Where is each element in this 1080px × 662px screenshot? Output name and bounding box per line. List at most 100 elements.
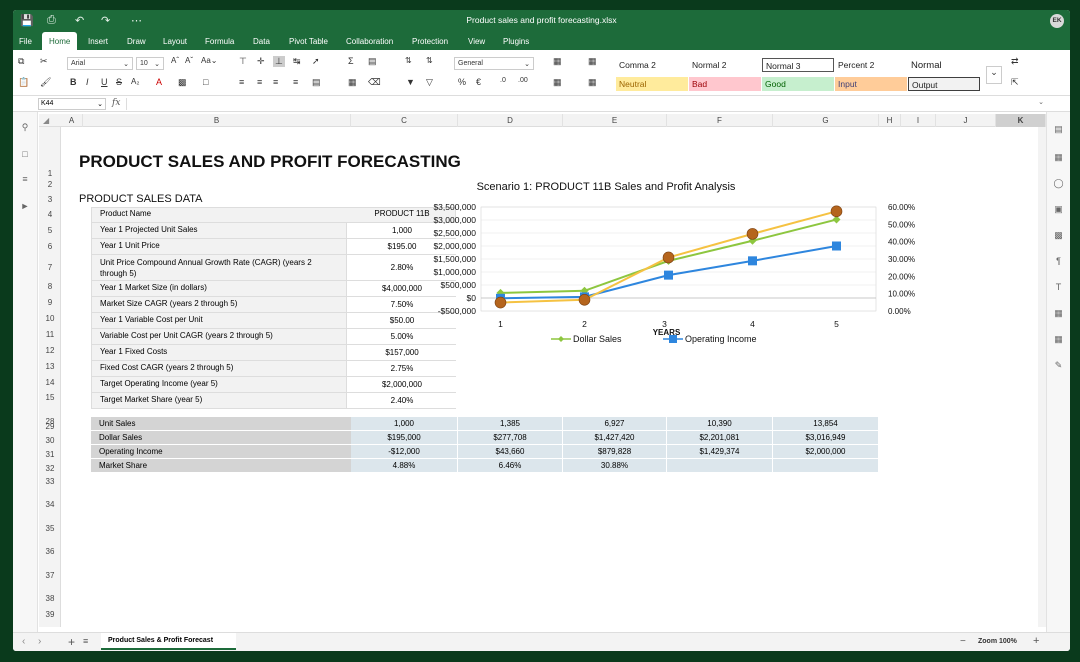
accounting-icon[interactable]: € (476, 77, 481, 87)
sort-ascending-icon[interactable]: ⇅ (405, 56, 412, 65)
row-header-29[interactable]: 29 (39, 422, 61, 431)
row-header-32[interactable]: 32 (39, 464, 61, 473)
input-value[interactable]: 2.40% (352, 396, 452, 405)
conditional-format-icon[interactable]: ▦ (553, 56, 562, 67)
cell-styles-icon[interactable]: ▦ (553, 77, 562, 88)
zoom-out-icon[interactable]: − (960, 636, 966, 647)
comments-icon[interactable]: □ (13, 149, 37, 159)
number-format-select[interactable]: General ⌄ (454, 57, 534, 70)
summary-value[interactable]: $3,016,949 (773, 431, 879, 445)
menu-tab-layout[interactable]: Layout (163, 37, 187, 46)
copy-icon[interactable]: ⧉ (18, 56, 24, 67)
row-header-39[interactable]: 39 (39, 610, 61, 619)
style-normal-2[interactable]: Normal 2 (689, 58, 761, 72)
sheet-tab-active[interactable]: Product Sales & Profit Forecast (101, 633, 236, 650)
style-neutral[interactable]: Neutral (616, 77, 688, 91)
row-header-3[interactable]: 3 (39, 195, 61, 204)
summary-value[interactable]: $1,427,420 (563, 431, 667, 445)
style-normal-3[interactable]: Normal 3 (762, 58, 834, 72)
zoom-in-icon[interactable]: + (1033, 635, 1039, 647)
row-header-34[interactable]: 34 (39, 500, 61, 509)
row-header-13[interactable]: 13 (39, 362, 61, 371)
orientation-icon[interactable]: ➚ (312, 56, 320, 67)
subscript-icon[interactable]: A₂ (131, 77, 139, 86)
summary-value[interactable]: 30.88% (563, 459, 667, 473)
select-all-corner[interactable]: ◢ (43, 116, 49, 125)
cut-icon[interactable]: ✂ (40, 56, 48, 67)
summary-value[interactable]: 6,927 (563, 417, 667, 431)
row-header-1[interactable]: 1 (39, 169, 61, 178)
menu-tab-view[interactable]: View (468, 37, 485, 46)
menu-tab-pivot-table[interactable]: Pivot Table (289, 37, 328, 46)
add-sheet-icon[interactable]: + (68, 635, 75, 649)
menu-tab-file[interactable]: File (19, 37, 32, 46)
summary-value[interactable]: $1,429,374 (667, 445, 773, 459)
align-right-icon[interactable]: ≡ (273, 77, 278, 87)
cell-settings-icon[interactable]: ▤ (1047, 124, 1070, 135)
format-as-table-icon[interactable]: ▦ (588, 56, 597, 67)
summary-value[interactable]: $195,000 (351, 431, 458, 445)
row-header-38[interactable]: 38 (39, 594, 61, 603)
change-case-icon[interactable]: Aa⌄ (201, 56, 218, 65)
shape-settings-icon[interactable]: ◯ (1047, 178, 1070, 189)
feedback-icon[interactable]: ► (13, 201, 37, 211)
menu-tab-insert[interactable]: Insert (88, 37, 108, 46)
summary-value[interactable]: $2,201,081 (667, 431, 773, 445)
paste-icon[interactable]: 📋 (18, 77, 29, 88)
menu-tab-formula[interactable]: Formula (205, 37, 234, 46)
row-header-4[interactable]: 4 (39, 210, 61, 219)
font-family-select[interactable]: Arial ⌄ (67, 57, 133, 70)
menu-tab-home[interactable]: Home (42, 32, 78, 50)
style-bad[interactable]: Bad (689, 77, 761, 91)
image-settings-icon[interactable]: ▣ (1047, 204, 1070, 215)
name-box[interactable]: K44 ⌄ (38, 98, 106, 110)
row-header-9[interactable]: 9 (39, 298, 61, 307)
font-color-icon[interactable]: A (156, 77, 162, 87)
bold-button[interactable]: B (70, 77, 77, 87)
decrease-font-icon[interactable]: Aˇ (185, 56, 193, 65)
avatar[interactable]: EK (1050, 14, 1064, 28)
replace-icon[interactable]: ⇄ (1011, 56, 1019, 67)
search-icon[interactable]: ⚲ (13, 122, 37, 133)
row-header-7[interactable]: 7 (39, 263, 61, 272)
chart[interactable]: Scenario 1: PRODUCT 11B Sales and Profit… (421, 175, 915, 355)
column-header-j[interactable]: J (936, 114, 996, 127)
signature-icon[interactable]: ✎ (1047, 360, 1070, 371)
menu-tab-collaboration[interactable]: Collaboration (346, 37, 393, 46)
column-header-f[interactable]: F (667, 114, 773, 127)
row-header-37[interactable]: 37 (39, 571, 61, 580)
menu-tab-plugins[interactable]: Plugins (503, 37, 529, 46)
row-header-12[interactable]: 12 (39, 346, 61, 355)
summary-value[interactable]: $879,828 (563, 445, 667, 459)
column-header-d[interactable]: D (458, 114, 563, 127)
align-center-icon[interactable]: ≡ (257, 77, 262, 87)
row-header-10[interactable]: 10 (39, 314, 61, 323)
row-header-31[interactable]: 31 (39, 450, 61, 459)
style-good[interactable]: Good (762, 77, 834, 91)
summary-value[interactable]: 10,390 (667, 417, 773, 431)
summary-value[interactable] (667, 459, 773, 473)
underline-button[interactable]: U (101, 77, 108, 87)
summary-value[interactable]: 1,000 (351, 417, 458, 431)
fill-color-icon[interactable]: ▩ (178, 77, 187, 88)
filter-icon[interactable]: ▼ (406, 77, 415, 87)
style-output[interactable]: Output (908, 77, 980, 91)
vertical-scrollbar[interactable] (1038, 127, 1046, 627)
column-header-b[interactable]: B (83, 114, 351, 127)
increase-font-icon[interactable]: Aˆ (171, 56, 179, 65)
fill-icon[interactable]: ▤ (368, 56, 377, 67)
justify-icon[interactable]: ≡ (293, 77, 298, 87)
column-header-h[interactable]: H (879, 114, 901, 127)
menu-tab-draw[interactable]: Draw (127, 37, 146, 46)
zoom-level[interactable]: Zoom 100% (978, 638, 1017, 645)
increase-decimal-icon[interactable]: .0 (500, 77, 506, 84)
percent-icon[interactable]: % (458, 77, 466, 87)
menu-tab-data[interactable]: Data (253, 37, 270, 46)
sheet-list-icon[interactable]: ≡ (83, 636, 88, 646)
summary-value[interactable]: -$12,000 (351, 445, 458, 459)
borders-icon[interactable]: □ (203, 77, 208, 87)
table-icon[interactable]: ▦ (588, 77, 597, 88)
chart-settings-icon[interactable]: ▩ (1047, 230, 1070, 241)
input-value[interactable]: $2,000,000 (352, 380, 452, 389)
sort-descending-icon[interactable]: ⇅ (426, 56, 433, 65)
